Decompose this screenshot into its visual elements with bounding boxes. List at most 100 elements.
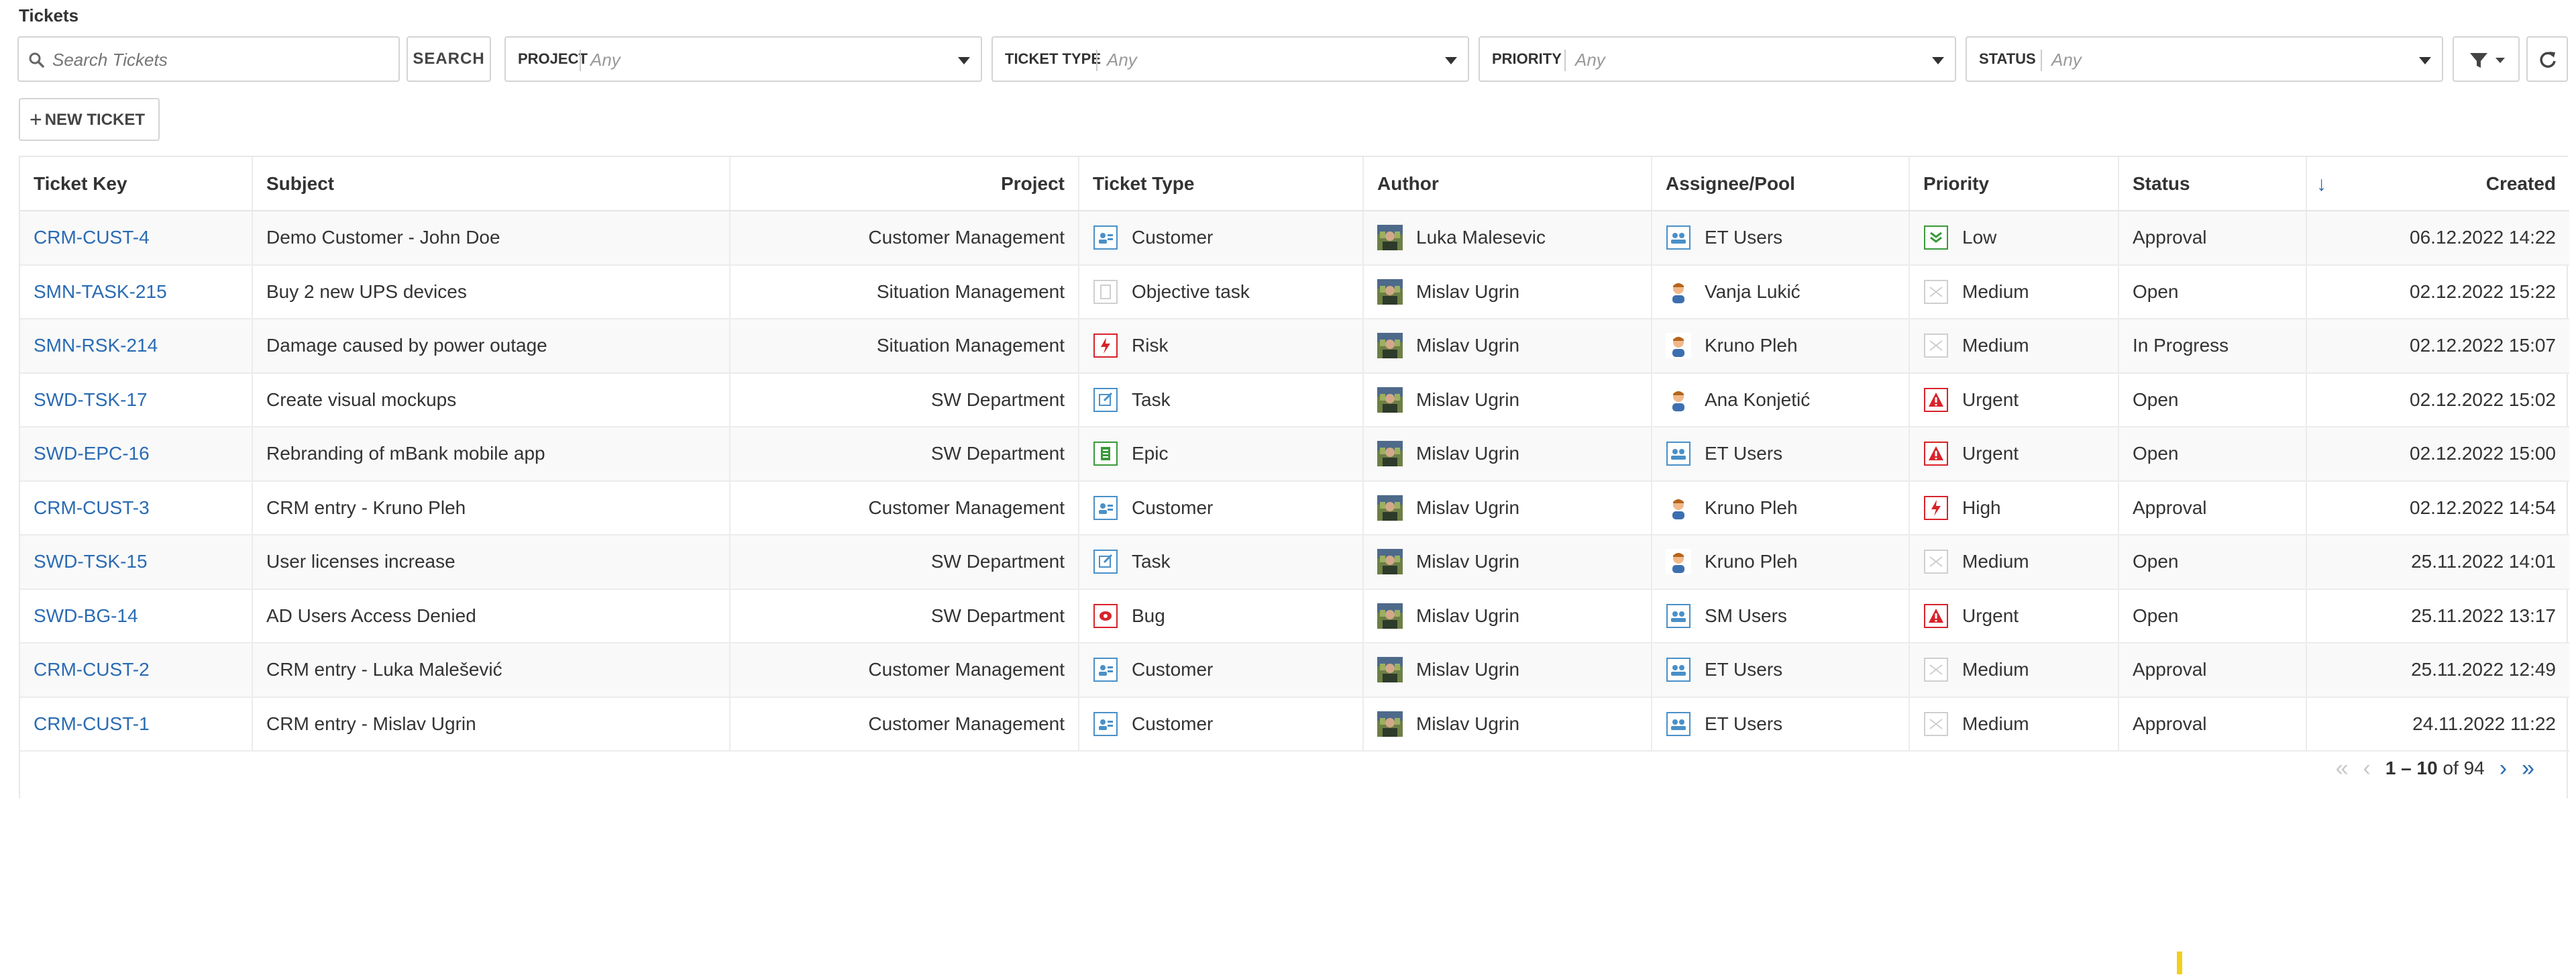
ticket-key-link[interactable]: SMN-TASK-215 (20, 264, 253, 319)
status-cell: Approval (2118, 211, 2307, 266)
status-filter-label: STATUS (1979, 50, 2036, 67)
status-cell: Open (2118, 535, 2307, 590)
table-row[interactable]: SMN-RSK-214 Damage caused by power outage… (20, 319, 2569, 374)
column-header-ticket-type[interactable]: Ticket Type (1079, 157, 1364, 211)
task-type-icon (1093, 387, 1118, 413)
author-avatar-icon (1377, 333, 1403, 359)
table-row[interactable]: SWD-EPC-16 Rebranding of mBank mobile app… (20, 427, 2569, 482)
first-page-icon[interactable]: « (2336, 757, 2349, 780)
ticket-type-cell: Epic (1079, 427, 1364, 482)
user-avatar-icon (1666, 333, 1691, 359)
ticket-key-link[interactable]: CRM-CUST-2 (20, 643, 253, 698)
filter-separator (2041, 50, 2042, 71)
author-cell: Mislav Ugrin (1363, 697, 1652, 752)
ticket-type-cell-text: Task (1132, 551, 1171, 572)
customer-type-icon (1093, 225, 1118, 250)
author-cell: Mislav Ugrin (1363, 264, 1652, 319)
project-filter-dropdown[interactable]: PROJECT Any (504, 36, 982, 82)
status-cell: Approval (2118, 480, 2307, 535)
last-page-icon[interactable]: » (2522, 757, 2534, 780)
column-header-status[interactable]: Status (2118, 157, 2307, 211)
priority-cell: Low (1909, 211, 2119, 266)
search-input[interactable] (52, 47, 388, 72)
ticket-type-cell-text: Customer (1132, 227, 1214, 248)
user-avatar-icon (1666, 278, 1691, 305)
ticket-key-link[interactable]: SWD-TSK-15 (20, 535, 253, 590)
column-header-subject[interactable]: Subject (252, 157, 731, 211)
project-cell: Customer Management (730, 697, 1079, 752)
next-page-icon[interactable]: › (2500, 757, 2507, 780)
advanced-filter-button[interactable] (2453, 36, 2520, 82)
search-button[interactable]: SEARCH (407, 36, 491, 82)
ticket-type-filter-value: Any (1107, 50, 1137, 70)
ticket-key-link[interactable]: CRM-CUST-4 (20, 211, 253, 266)
ticket-key-link[interactable]: SWD-EPC-16 (20, 427, 253, 482)
table-row[interactable]: CRM-CUST-3 CRM entry - Kruno Pleh Customer… (20, 480, 2569, 535)
author-avatar-icon (1377, 441, 1403, 467)
column-header-assignee-pool[interactable]: Assignee/Pool (1652, 157, 1910, 211)
chevron-down-icon (1932, 57, 1944, 64)
table-row[interactable]: CRM-CUST-1 CRM entry - Mislav Ugrin Custom… (20, 697, 2569, 752)
new-ticket-button[interactable]: + NEW TICKET (19, 98, 160, 141)
chevron-down-icon (958, 57, 970, 64)
priority-medium-icon (1923, 549, 1949, 574)
status-cell: Open (2118, 588, 2307, 644)
table-row[interactable]: SMN-TASK-215 Buy 2 new UPS devices Situati… (20, 264, 2569, 319)
assignee-cell-text: Kruno Pleh (1705, 335, 1798, 356)
page-total: 94 (2463, 758, 2485, 778)
ticket-type-filter-dropdown[interactable]: TICKET TYPE Any (991, 36, 1469, 82)
author-cell: Mislav Ugrin (1363, 588, 1652, 644)
table-row[interactable]: SWD-TSK-17 Create visual mockups SW Depart… (20, 372, 2569, 427)
author-avatar-icon (1377, 495, 1403, 521)
priority-filter-dropdown[interactable]: PRIORITY Any (1479, 36, 1956, 82)
tickets-table: Ticket Key Subject Project Ticket Type A… (19, 156, 2569, 799)
author-cell-text: Mislav Ugrin (1416, 335, 1520, 356)
created-cell: 02.12.2022 15:07 (2306, 319, 2569, 374)
risk-type-icon (1093, 333, 1118, 358)
ticket-type-cell: Task (1079, 535, 1364, 590)
status-filter-dropdown[interactable]: STATUS Any (1966, 36, 2443, 82)
ticket-key-link[interactable]: SWD-TSK-17 (20, 372, 253, 427)
author-avatar-icon (1377, 387, 1403, 413)
search-field[interactable] (17, 36, 400, 82)
ticket-key-link[interactable]: SMN-RSK-214 (20, 319, 253, 374)
user-pool-icon (1666, 657, 1691, 682)
status-cell: Open (2118, 264, 2307, 319)
subject-cell: User licenses increase (252, 535, 731, 590)
column-header-author[interactable]: Author (1363, 157, 1652, 211)
column-header-priority[interactable]: Priority (1909, 157, 2119, 211)
priority-cell-text: Low (1962, 227, 1997, 248)
project-cell: Situation Management (730, 319, 1079, 374)
assignee-cell: ET Users (1652, 697, 1910, 752)
filter-separator (580, 50, 581, 71)
status-cell: Approval (2118, 643, 2307, 698)
assignee-cell: ET Users (1652, 211, 1910, 266)
table-row[interactable]: CRM-CUST-4 Demo Customer - John Doe Custom… (20, 211, 2569, 266)
user-avatar-icon (1666, 549, 1691, 575)
created-cell: 25.11.2022 13:17 (2306, 588, 2569, 644)
priority-cell: Urgent (1909, 588, 2119, 644)
table-header-row: Ticket Key Subject Project Ticket Type A… (20, 157, 2569, 211)
ticket-type-cell: Customer (1079, 211, 1364, 266)
column-header-project[interactable]: Project (730, 157, 1079, 211)
ticket-key-link[interactable]: SWD-BG-14 (20, 588, 253, 644)
table-row[interactable]: CRM-CUST-2 CRM entry - Luka Malešević Cust… (20, 643, 2569, 698)
column-header-created[interactable]: ↓ Created (2306, 157, 2569, 211)
table-row[interactable]: SWD-BG-14 AD Users Access Denied SW Depart… (20, 588, 2569, 644)
bug-type-icon (1093, 603, 1118, 629)
created-cell: 24.11.2022 11:22 (2306, 697, 2569, 752)
priority-medium-icon (1923, 333, 1949, 358)
table-row[interactable]: SWD-TSK-15 User licenses increase SW Depar… (20, 535, 2569, 590)
priority-filter-value: Any (1575, 50, 1605, 70)
plus-icon: + (30, 107, 42, 132)
status-cell: Open (2118, 427, 2307, 482)
author-avatar-icon (1377, 278, 1403, 305)
ticket-key-link[interactable]: CRM-CUST-1 (20, 697, 253, 752)
ticket-key-link[interactable]: CRM-CUST-3 (20, 480, 253, 535)
previous-page-icon[interactable]: ‹ (2363, 757, 2370, 780)
column-header-ticket-key[interactable]: Ticket Key (20, 157, 253, 211)
user-avatar-icon (1666, 387, 1691, 413)
author-cell: Mislav Ugrin (1363, 427, 1652, 482)
refresh-button[interactable] (2526, 36, 2568, 82)
subject-cell: Create visual mockups (252, 372, 731, 427)
